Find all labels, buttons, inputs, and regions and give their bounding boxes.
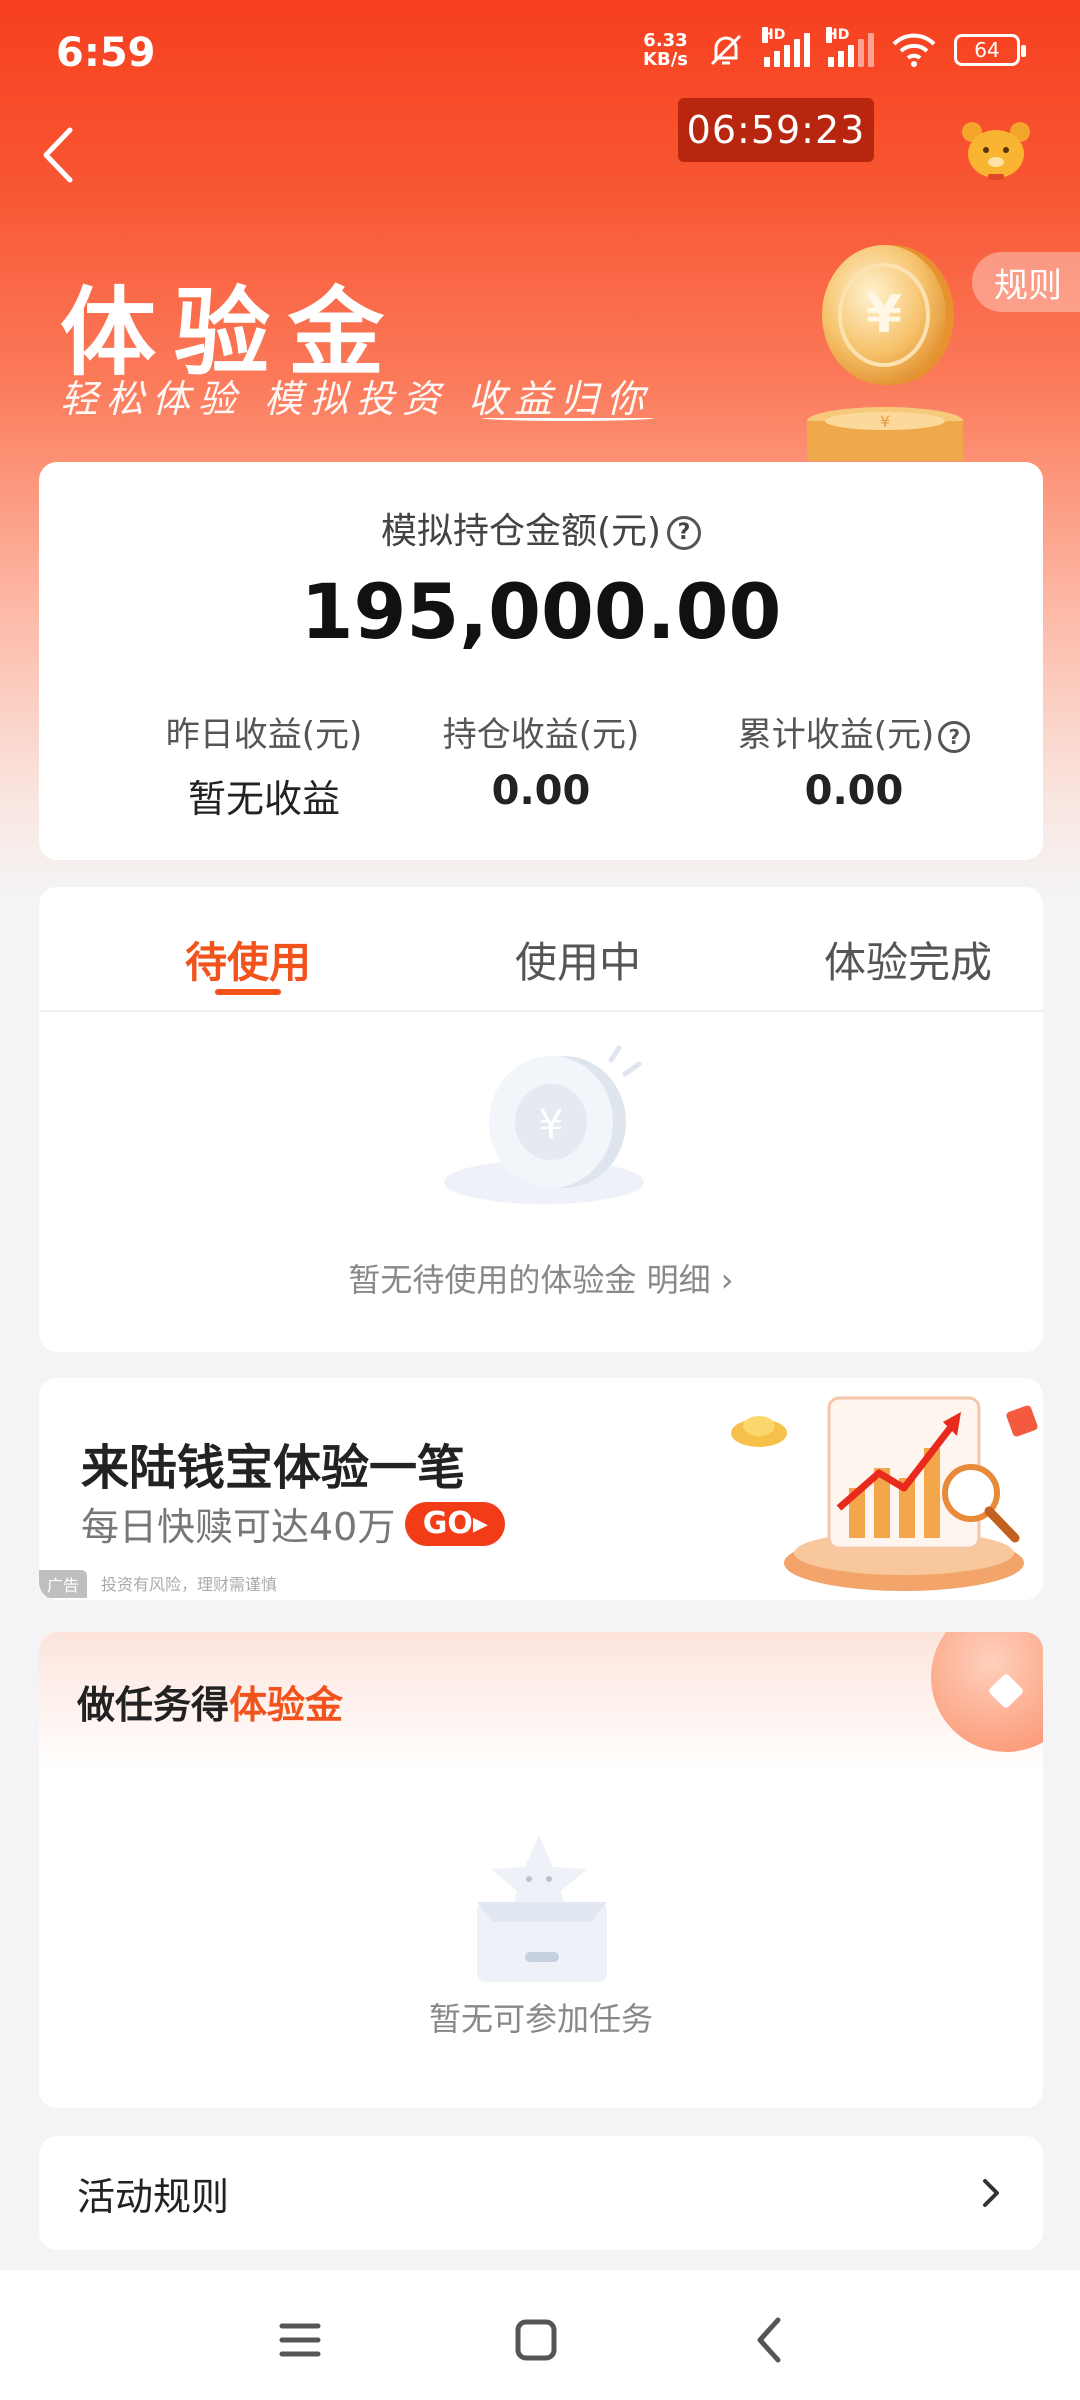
status-bar: 6:59 6.33 KB/s HD HD 64 (0, 0, 1080, 110)
empty-box-icon (477, 1835, 607, 1982)
active-tab-indicator (215, 989, 281, 995)
back-button[interactable] (30, 115, 90, 195)
voucher-tabs-card: 待使用 使用中 体验完成 ¥ 暂无待使用的体验金 明细 › (39, 887, 1043, 1352)
ad-disclaimer: 投资有风险，理财需谨慎 (101, 1575, 278, 1594)
status-time: 6:59 (56, 30, 156, 76)
rules-button[interactable]: 规则 (972, 252, 1080, 312)
network-speed: 6.33 KB/s (643, 30, 688, 70)
home-icon[interactable] (506, 2310, 566, 2370)
investment-chart-illustration (731, 1396, 1038, 1591)
svg-text:¥: ¥ (866, 285, 902, 345)
empty-coin-icon: ¥ (444, 1045, 644, 1204)
mascot-icon[interactable] (958, 118, 1034, 182)
menu-icon[interactable] (270, 2310, 330, 2370)
subtitle-underline (482, 415, 654, 421)
stat-yesterday: 昨日收益(元) 暂无收益 (165, 715, 363, 821)
signal-sim2-icon: HD (826, 27, 874, 67)
ad-subtitle: 每日快赎可达40万 GO▸ (81, 1496, 506, 1551)
activity-rules-row[interactable]: 活动规则 (39, 2136, 1043, 2250)
ad-banner[interactable]: 来陆钱宝体验一笔 每日快赎可达40万 GO▸ 广告 投资有风险，理财需谨慎 (39, 1378, 1043, 1600)
wifi-icon (892, 33, 936, 67)
tab-completed[interactable]: 体验完成 (743, 929, 1073, 990)
chevron-right-icon (983, 2179, 999, 2207)
tasks-title: 做任务得体验金 (77, 1683, 344, 1727)
tab-divider (39, 1010, 1043, 1012)
yuan-coin-illustration: ¥ (822, 245, 954, 385)
status-icons: 6.33 KB/s HD HD 64 (643, 27, 1026, 70)
system-nav-bar (0, 2270, 1080, 2400)
stat-position: 持仓收益(元) 0.00 (442, 715, 640, 814)
activity-rules-label: 活动规则 (77, 2174, 230, 2219)
holding-label: 模拟持仓金额(元)? (39, 502, 1043, 554)
holding-card: 模拟持仓金额(元)? 195,000.00 昨日收益(元) 暂无收益 持仓收益(… (39, 462, 1043, 860)
help-icon[interactable]: ? (938, 720, 971, 753)
svg-text:¥: ¥ (538, 1102, 563, 1148)
signal-sim1-icon: HD (762, 27, 810, 67)
countdown-timer: 06:59:23 (678, 98, 874, 162)
tasks-empty-text: 暂无可参加任务 (428, 2000, 653, 2038)
tab-in-use[interactable]: 使用中 (413, 929, 743, 990)
coin-stack-illustration: ¥ (807, 407, 963, 461)
battery-icon: 64 (954, 34, 1026, 66)
go-button[interactable]: GO▸ (405, 1501, 506, 1546)
stat-cumulative: 累计收益(元)? 0.00 (704, 707, 1004, 814)
nav-back-icon[interactable] (740, 2310, 800, 2370)
pending-empty-detail-link[interactable]: 暂无待使用的体验金 明细 › (39, 1255, 1043, 1301)
tab-pending[interactable]: 待使用 (83, 929, 413, 990)
tasks-card: 做任务得体验金 暂无可参加任务 (39, 1632, 1043, 2108)
ad-title: 来陆钱宝体验一笔 (81, 1440, 466, 1496)
help-icon[interactable]: ? (667, 516, 702, 550)
holding-amount: 195,000.00 (300, 567, 782, 656)
mute-alarm-icon (710, 34, 742, 66)
ad-badge: 广告 (39, 1570, 88, 1598)
svg-text:¥: ¥ (880, 412, 890, 431)
